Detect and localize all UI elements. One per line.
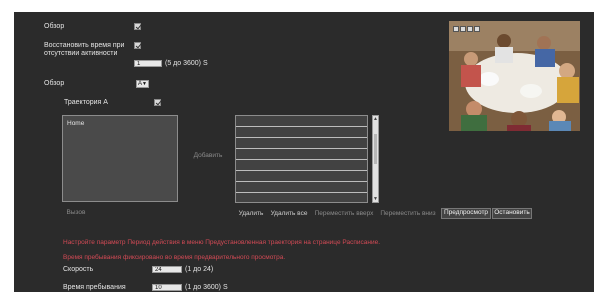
trajectory-list-scrollbar[interactable]: ▲ ▼ bbox=[372, 115, 379, 203]
list-item[interactable] bbox=[236, 116, 367, 127]
overview2-label: Обзор bbox=[44, 80, 65, 87]
camera-controls bbox=[453, 26, 480, 33]
overview-checkbox[interactable] bbox=[134, 23, 141, 30]
list-item[interactable] bbox=[236, 171, 367, 182]
camera-preview-image bbox=[449, 21, 580, 131]
delete-all-button[interactable]: Удалить все bbox=[268, 209, 310, 219]
camera-control-icon[interactable] bbox=[460, 26, 466, 32]
dwell-input[interactable]: 10 bbox=[152, 284, 182, 291]
stop-button[interactable]: Остановить bbox=[492, 208, 532, 219]
scroll-up-icon[interactable]: ▲ bbox=[373, 116, 378, 122]
camera-control-icon[interactable] bbox=[453, 26, 459, 32]
list-item[interactable] bbox=[236, 138, 367, 149]
camera-control-icon[interactable] bbox=[474, 26, 480, 32]
trajectory-list[interactable] bbox=[235, 115, 368, 203]
overview-label: Обзор bbox=[44, 23, 65, 30]
speed-range: (1 до 24) bbox=[185, 266, 214, 273]
schedule-note: Настройте параметр Период действия в мен… bbox=[63, 239, 381, 246]
speed-input[interactable]: 24 bbox=[152, 266, 182, 273]
add-button[interactable]: Добавить bbox=[188, 151, 228, 161]
list-item[interactable] bbox=[236, 193, 367, 202]
move-down-button[interactable]: Переместить вниз bbox=[378, 209, 438, 219]
list-item[interactable] bbox=[236, 149, 367, 160]
available-positions-list[interactable]: Home bbox=[62, 115, 178, 202]
restore-label-line2: отсутствии активности bbox=[44, 50, 118, 57]
dwell-label: Время пребывания bbox=[63, 284, 126, 291]
speed-label: Скорость bbox=[63, 266, 94, 273]
restore-time-range: (5 до 3600) S bbox=[165, 60, 208, 67]
restore-time-input[interactable]: 1 bbox=[134, 60, 162, 67]
scroll-down-icon[interactable]: ▼ bbox=[373, 196, 378, 202]
call-button[interactable]: Вызов bbox=[62, 208, 90, 218]
camera-scene bbox=[449, 21, 580, 131]
trajectory-checkbox[interactable] bbox=[154, 99, 161, 106]
delete-button[interactable]: Удалить bbox=[236, 209, 266, 219]
move-up-button[interactable]: Переместить вверх bbox=[312, 209, 376, 219]
list-item[interactable] bbox=[236, 182, 367, 193]
page: Обзор Восстановить время при отсутствии … bbox=[0, 0, 604, 299]
restore-checkbox[interactable] bbox=[134, 42, 141, 49]
overview-select[interactable]: A bbox=[136, 80, 149, 88]
list-item[interactable]: Home bbox=[67, 120, 84, 127]
preview-button[interactable]: Предпросмотр bbox=[441, 208, 491, 219]
list-item[interactable] bbox=[236, 127, 367, 138]
camera-control-icon[interactable] bbox=[467, 26, 473, 32]
dwell-range: (1 до 3600) S bbox=[185, 284, 228, 291]
dwell-note: Время пребывания фиксировано во время пр… bbox=[63, 254, 286, 261]
trajectory-label: Траектория A bbox=[64, 99, 108, 106]
list-item[interactable] bbox=[236, 160, 367, 171]
scroll-thumb[interactable] bbox=[374, 134, 377, 164]
